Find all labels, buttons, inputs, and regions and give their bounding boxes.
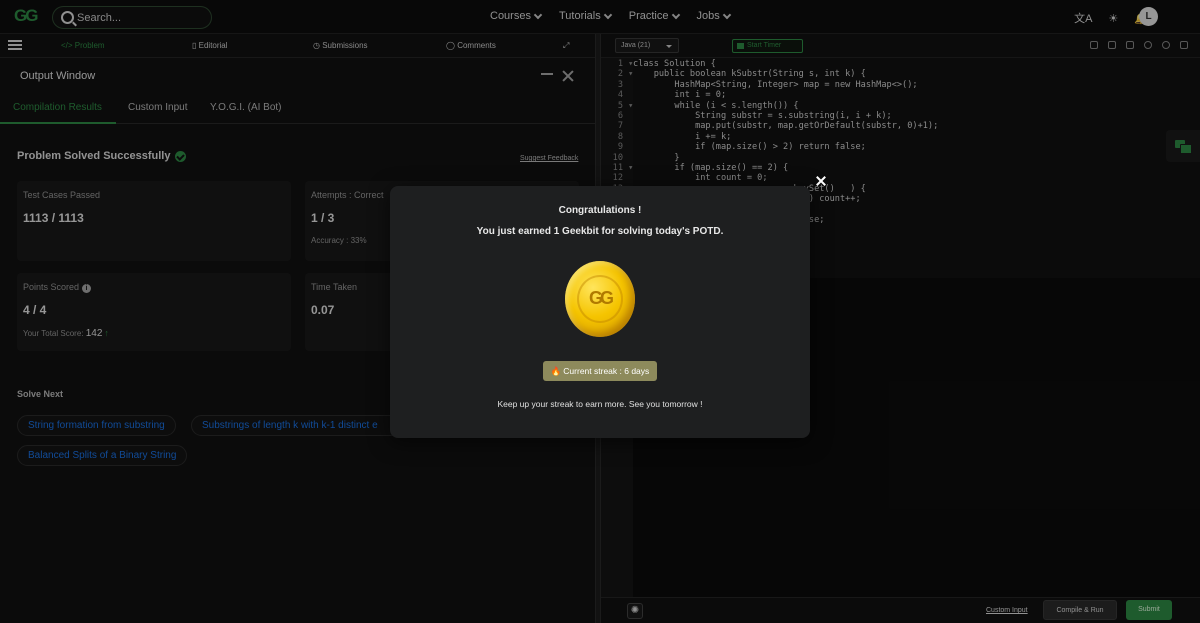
modal-subtitle: You just earned 1 Geekbit for solving to… <box>476 226 724 237</box>
modal-footer-text: Keep up your streak to earn more. See yo… <box>497 399 703 409</box>
geekbit-coin-icon: GG <box>565 261 635 337</box>
coin-logo: GG <box>588 288 614 308</box>
close-icon[interactable] <box>816 176 826 186</box>
congrats-modal: Congratulations ! You just earned 1 Geek… <box>390 186 810 438</box>
flame-icon: 🔥 <box>550 366 562 376</box>
streak-badge: 🔥 Current streak : 6 days <box>543 361 657 381</box>
modal-title: Congratulations ! <box>558 205 642 216</box>
